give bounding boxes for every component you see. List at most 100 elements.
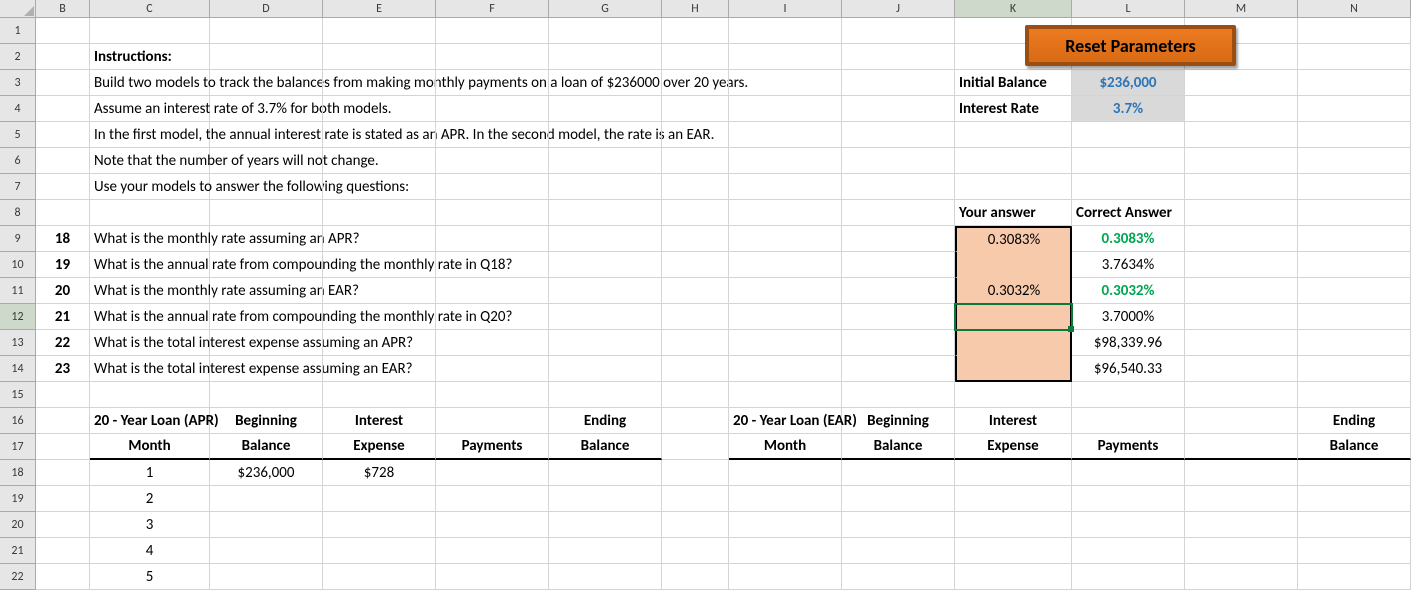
cell-L19[interactable]	[1072, 486, 1185, 512]
cell-L4[interactable]: 3.7%	[1072, 96, 1185, 122]
cell-D20[interactable]	[210, 512, 323, 538]
cell-N20[interactable]	[1298, 512, 1411, 538]
cell-B11[interactable]: 20	[36, 278, 90, 304]
cell-M21[interactable]	[1185, 538, 1298, 564]
cell-J2[interactable]	[842, 44, 955, 70]
cell-G2[interactable]	[549, 44, 662, 70]
cell-M19[interactable]	[1185, 486, 1298, 512]
cell-N18[interactable]	[1298, 460, 1411, 486]
cell-E22[interactable]	[323, 564, 436, 590]
cell-M9[interactable]	[1185, 226, 1298, 252]
cell-E1[interactable]	[323, 18, 436, 44]
cell-N14[interactable]	[1298, 356, 1411, 382]
cell-L11[interactable]: 0.3032%	[1072, 278, 1185, 304]
cell-J5[interactable]	[842, 122, 955, 148]
cell-H3[interactable]	[662, 70, 729, 96]
cell-N11[interactable]	[1298, 278, 1411, 304]
cell-J8[interactable]	[842, 200, 955, 226]
row-header-22[interactable]: 22	[0, 564, 36, 590]
cell-D3[interactable]	[210, 70, 323, 96]
select-all-corner[interactable]	[0, 0, 36, 18]
row-header-5[interactable]: 5	[0, 122, 36, 148]
cell-B18[interactable]	[36, 460, 90, 486]
cell-B1[interactable]	[36, 18, 90, 44]
row-header-11[interactable]: 11	[0, 278, 36, 304]
cell-E10[interactable]	[323, 252, 436, 278]
cell-I6[interactable]	[729, 148, 842, 174]
cell-E6[interactable]	[323, 148, 436, 174]
cell-E9[interactable]	[323, 226, 436, 252]
cell-F21[interactable]	[436, 538, 549, 564]
cell-D5[interactable]	[210, 122, 323, 148]
cell-J6[interactable]	[842, 148, 955, 174]
cell-M14[interactable]	[1185, 356, 1298, 382]
cell-H1[interactable]	[662, 18, 729, 44]
cell-C13[interactable]: What is the total interest expense assum…	[90, 330, 210, 356]
cell-J4[interactable]	[842, 96, 955, 122]
cell-H13[interactable]	[662, 330, 729, 356]
cell-L21[interactable]	[1072, 538, 1185, 564]
cell-J18[interactable]	[842, 460, 955, 486]
cell-L6[interactable]	[1072, 148, 1185, 174]
cell-H4[interactable]	[662, 96, 729, 122]
cell-C2[interactable]: Instructions:	[90, 44, 210, 70]
cell-J14[interactable]	[842, 356, 955, 382]
cell-K11[interactable]: 0.3032%	[955, 278, 1072, 304]
cell-E20[interactable]	[323, 512, 436, 538]
cell-K21[interactable]	[955, 538, 1072, 564]
cell-N21[interactable]	[1298, 538, 1411, 564]
cell-H9[interactable]	[662, 226, 729, 252]
col-header-L[interactable]: L	[1072, 0, 1185, 18]
cell-M5[interactable]	[1185, 122, 1298, 148]
cell-G19[interactable]	[549, 486, 662, 512]
cell-M13[interactable]	[1185, 330, 1298, 356]
cell-G16[interactable]: Ending	[549, 408, 662, 434]
cell-K8[interactable]: Your answer	[955, 200, 1072, 226]
cell-I16[interactable]: 20 - Year Loan (EAR)	[729, 408, 842, 434]
cell-B4[interactable]	[36, 96, 90, 122]
cell-M6[interactable]	[1185, 148, 1298, 174]
cell-C6[interactable]: Note that the number of years will not c…	[90, 148, 210, 174]
cell-D10[interactable]	[210, 252, 323, 278]
cell-D13[interactable]	[210, 330, 323, 356]
cell-B10[interactable]: 19	[36, 252, 90, 278]
cell-N4[interactable]	[1298, 96, 1411, 122]
cell-N5[interactable]	[1298, 122, 1411, 148]
cell-H8[interactable]	[662, 200, 729, 226]
row-header-20[interactable]: 20	[0, 512, 36, 538]
cell-H16[interactable]	[662, 408, 729, 434]
cell-C8[interactable]	[90, 200, 210, 226]
cell-L9[interactable]: 0.3083%	[1072, 226, 1185, 252]
cell-N8[interactable]	[1298, 200, 1411, 226]
cell-E8[interactable]	[323, 200, 436, 226]
row-header-19[interactable]: 19	[0, 486, 36, 512]
row-header-16[interactable]: 16	[0, 408, 36, 434]
cell-N22[interactable]	[1298, 564, 1411, 590]
cell-L5[interactable]	[1072, 122, 1185, 148]
cell-I22[interactable]	[729, 564, 842, 590]
cell-J22[interactable]	[842, 564, 955, 590]
cell-F4[interactable]	[436, 96, 549, 122]
cell-E16[interactable]: Interest	[323, 408, 436, 434]
cell-B6[interactable]	[36, 148, 90, 174]
cell-D6[interactable]	[210, 148, 323, 174]
cell-L12[interactable]: 3.7000%	[1072, 304, 1185, 330]
cell-H15[interactable]	[662, 382, 729, 408]
row-header-10[interactable]: 10	[0, 252, 36, 278]
cell-M22[interactable]	[1185, 564, 1298, 590]
cell-K10[interactable]	[955, 252, 1072, 278]
cell-L7[interactable]	[1072, 174, 1185, 200]
cell-M18[interactable]	[1185, 460, 1298, 486]
cell-D12[interactable]	[210, 304, 323, 330]
cell-J20[interactable]	[842, 512, 955, 538]
cell-E11[interactable]	[323, 278, 436, 304]
cell-K17[interactable]: Expense	[955, 434, 1072, 460]
cell-M4[interactable]	[1185, 96, 1298, 122]
cell-G12[interactable]	[549, 304, 662, 330]
cell-C20[interactable]: 3	[90, 512, 210, 538]
cell-K6[interactable]	[955, 148, 1072, 174]
cell-G10[interactable]	[549, 252, 662, 278]
cell-G15[interactable]	[549, 382, 662, 408]
cell-L10[interactable]: 3.7634%	[1072, 252, 1185, 278]
cell-F13[interactable]	[436, 330, 549, 356]
